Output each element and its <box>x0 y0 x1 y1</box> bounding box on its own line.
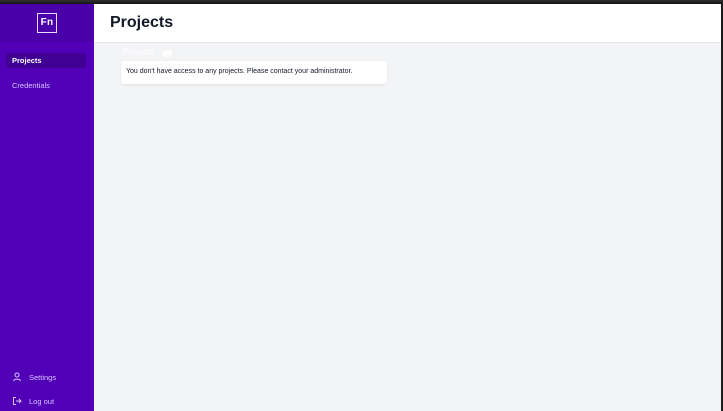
count-badge: 0 <box>162 50 172 57</box>
section-heading-label: Projects <box>122 47 155 57</box>
settings-button[interactable]: Settings <box>12 371 56 383</box>
sidebar-item-label: Projects <box>12 56 42 65</box>
user-icon <box>13 372 21 382</box>
sidebar-item-label: Credentials <box>12 81 50 90</box>
logo-bar: Fn <box>0 4 94 42</box>
sidebar-item-credentials[interactable]: Credentials <box>6 78 86 93</box>
section-heading: Projects 0 <box>122 47 172 57</box>
sidebar-item-projects[interactable]: Projects <box>6 53 86 68</box>
main-content: Projects Projects 0 You don't have acces… <box>94 4 723 411</box>
logout-label: Log out <box>29 396 55 406</box>
sidebar: Fn Projects Credentials Settings Log out <box>0 4 94 411</box>
app-logo[interactable]: Fn <box>37 13 57 33</box>
logout-icon <box>13 397 22 405</box>
settings-label: Settings <box>29 372 57 382</box>
no-access-notice: You don't have access to any projects. P… <box>121 61 387 84</box>
logout-button[interactable]: Log out <box>12 395 54 407</box>
notice-text: You don't have access to any projects. P… <box>126 68 353 75</box>
page-header: Projects <box>94 4 723 43</box>
page-title: Projects <box>110 14 174 31</box>
app-window: Fn Projects Credentials Settings Log out… <box>0 0 723 411</box>
